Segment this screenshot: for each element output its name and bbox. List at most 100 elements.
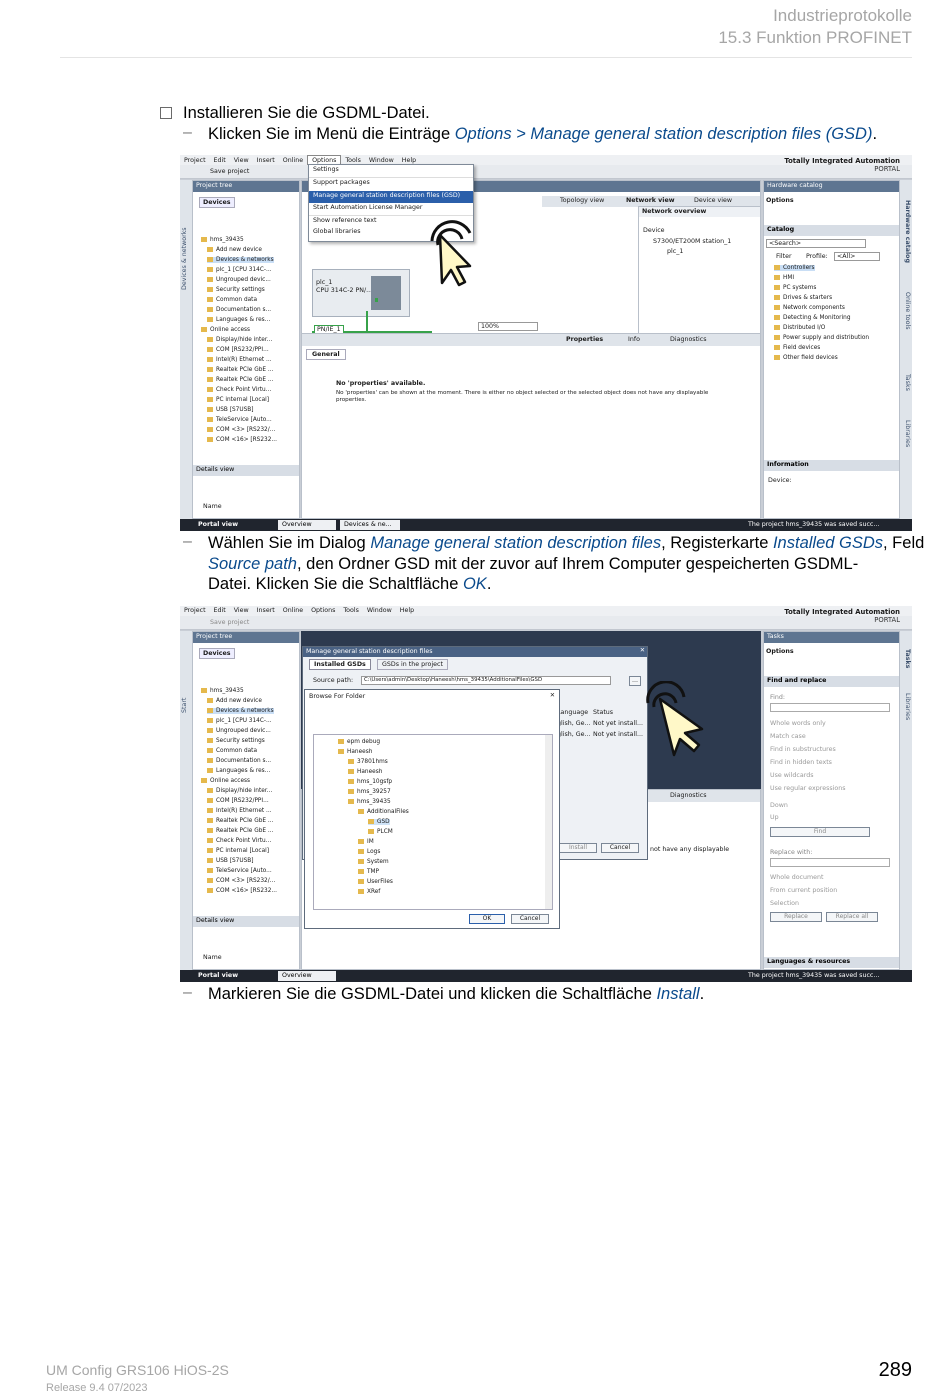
tree-item[interactable]: Security settings [207,738,265,744]
save-project-button[interactable]: Save project [210,619,249,626]
menu-item-manage-gsd[interactable]: Manage general station description files… [309,191,473,203]
find-replace-header[interactable]: Find and replace [764,676,899,687]
tree-item[interactable]: Realtek PCIe GbE ... [207,818,273,824]
radio-current-position[interactable]: From current position [770,887,837,894]
close-icon[interactable]: ✕ [550,692,555,699]
details-view-header[interactable]: Details view [193,916,299,927]
topology-view-tab[interactable]: Topology view [560,197,604,204]
tree-item[interactable]: hms_39435 [201,688,244,694]
catalog-item[interactable]: Controllers [774,265,815,271]
radio-up[interactable]: Up [770,814,779,821]
catalog-item[interactable]: PC systems [774,285,816,291]
menu-view[interactable]: View [230,156,253,165]
plc-row[interactable]: plc_1 [667,248,683,255]
catalog-header[interactable]: Catalog [764,225,899,236]
tree-item[interactable]: Security settings [207,287,265,293]
diagnostics-tab[interactable]: Diagnostics [670,792,707,799]
folder-item[interactable]: Haneesh [348,769,382,775]
device-view-tab[interactable]: Device view [694,197,732,204]
tree-item[interactable]: Online access [201,778,250,784]
tree-item[interactable]: Add new device [207,698,262,704]
folder-item[interactable]: XRef [358,889,380,895]
catalog-search-input[interactable]: <Search> [766,239,866,248]
folder-item[interactable]: Haneesh [338,749,372,755]
tree-item[interactable]: Realtek PCIe GbE ... [207,377,273,383]
information-header[interactable]: Information [764,460,899,471]
check-match-case[interactable]: Match case [770,733,806,740]
check-hidden-texts[interactable]: Find in hidden texts [770,759,832,766]
folder-item[interactable]: hms_10gsfp [348,779,392,785]
network-view-tab[interactable]: Network view [626,197,675,204]
menu-insert[interactable]: Insert [253,156,279,165]
tree-item[interactable]: Intel(R) Ethernet ... [207,357,272,363]
properties-tab[interactable]: Properties [566,336,603,343]
catalog-item[interactable]: Power supply and distribution [774,335,869,341]
ok-button[interactable]: OK [469,914,505,924]
tree-item[interactable]: COM <16> [RS232... [207,437,277,443]
tree-item[interactable]: Common data [207,748,257,754]
tree-item[interactable]: Check Point Virtu... [207,387,271,393]
tree-item[interactable]: Display/hide inter... [207,337,272,343]
check-substructures[interactable]: Find in substructures [770,746,836,753]
browse-button[interactable]: … [629,676,641,686]
menu-view[interactable]: View [230,606,253,615]
folder-item[interactable]: epm debug [338,739,380,745]
menu-project[interactable]: Project [180,606,210,615]
online-tools-tab[interactable]: Online tools [904,292,911,330]
tasks-tab[interactable]: Tasks [904,374,911,391]
folder-item[interactable]: PLCM [368,829,393,835]
menu-insert[interactable]: Insert [253,606,279,615]
folder-item[interactable]: Logs [358,849,380,855]
menu-item-support-packages[interactable]: Support packages [309,177,473,189]
menu-item-settings[interactable]: Settings [309,165,473,177]
overview-button[interactable]: Overview [278,971,336,981]
devices-networks-tab[interactable]: Devices & networks [181,227,188,290]
menu-edit[interactable]: Edit [210,606,230,615]
station-row[interactable]: S7300/ET200M station_1 [653,238,731,245]
install-button[interactable]: Install [559,843,597,853]
devices-tab[interactable]: Devices [199,648,235,659]
folder-item[interactable]: UserFiles [358,879,393,885]
tree-item[interactable]: Intel(R) Ethernet ... [207,808,272,814]
cancel-button[interactable]: Cancel [511,914,549,924]
devices-tab[interactable]: Devices [199,197,235,208]
replace-button[interactable]: Replace [770,912,822,922]
tree-item[interactable]: plc_1 [CPU 314C-... [207,718,272,724]
installed-gsds-tab[interactable]: Installed GSDs [309,659,371,670]
find-input[interactable] [770,703,890,712]
tree-item[interactable]: TeleService [Auto... [207,417,272,423]
tree-item[interactable]: Online access [201,327,250,333]
catalog-item[interactable]: Field devices [774,345,820,351]
tree-item[interactable]: TeleService [Auto... [207,868,272,874]
find-button[interactable]: Find [770,827,870,837]
start-tab[interactable]: Start [181,698,188,713]
catalog-item[interactable]: Network components [774,305,845,311]
menu-help[interactable]: Help [396,606,418,615]
folder-item[interactable]: IM [358,839,374,845]
menu-options[interactable]: Options [307,606,339,615]
tree-item[interactable]: PC internal [Local] [207,397,269,403]
profile-select[interactable]: <All> [834,252,880,261]
source-path-input[interactable]: C:\Users\admin\Desktop\Haneesh\hms_39435… [361,676,611,685]
tree-item[interactable]: Devices & networks [207,257,274,263]
tree-item[interactable]: Languages & res... [207,317,270,323]
gsds-in-project-tab[interactable]: GSDs in the project [377,659,448,670]
radio-selection[interactable]: Selection [770,900,799,907]
menu-item-license-manager[interactable]: Start Automation License Manager [309,203,473,215]
tree-item[interactable]: COM <16> [RS232... [207,888,277,894]
tree-item[interactable]: Realtek PCIe GbE ... [207,828,273,834]
check-regex[interactable]: Use regular expressions [770,785,846,792]
info-tab[interactable]: Info [628,336,640,343]
tree-item[interactable]: Devices & networks [207,708,274,714]
tree-item[interactable]: hms_39435 [201,237,244,243]
tree-item[interactable]: Add new device [207,247,262,253]
radio-whole-document[interactable]: Whole document [770,874,823,881]
folder-item[interactable]: AdditionalFiles [358,809,409,815]
tree-item[interactable]: plc_1 [CPU 314C-... [207,267,272,273]
save-project-button[interactable]: Save project [210,168,249,175]
tree-item[interactable]: COM [RS232/PPI... [207,347,269,353]
catalog-item[interactable]: Drives & starters [774,295,832,301]
menu-project[interactable]: Project [180,156,210,165]
catalog-item[interactable]: HMI [774,275,794,281]
catalog-item[interactable]: Other field devices [774,355,838,361]
